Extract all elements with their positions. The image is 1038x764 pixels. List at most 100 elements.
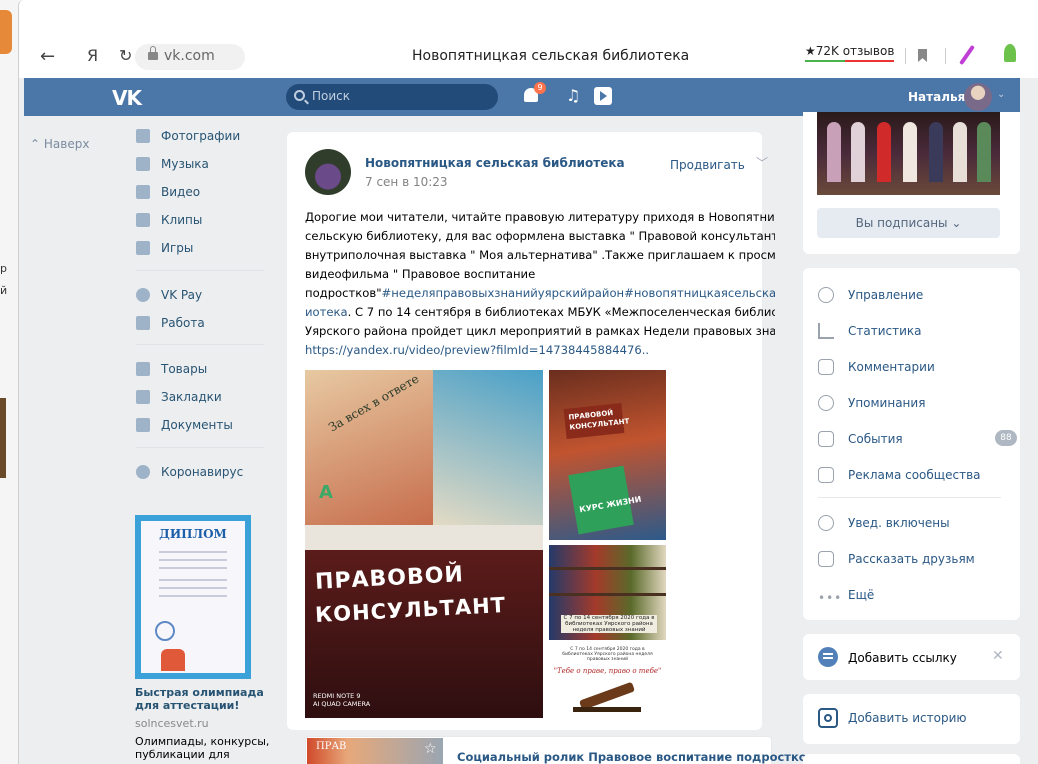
shelf (549, 593, 666, 596)
music-note-icon[interactable]: ♫ (566, 86, 580, 105)
menu-item-share[interactable]: Рассказать друзьям (818, 549, 1008, 571)
gavel-icon (578, 681, 636, 711)
url-text[interactable]: vk.com (164, 48, 215, 64)
post-text-fragment: подростков" (305, 286, 382, 300)
subscribed-label: Вы подписаны ⌄ (855, 216, 962, 230)
video-url-link[interactable]: https://yandex.ru/video/preview?filmId=1… (305, 341, 775, 360)
post-photo-poster[interactable]: С 7 по 14 сентября 2020 года в библиотек… (549, 645, 666, 718)
avatar[interactable] (964, 83, 992, 111)
yandex-button[interactable]: Я (87, 46, 98, 65)
sidebar-item-label: Коронавирус (161, 465, 244, 479)
promo-domain[interactable]: solncesvet.ru (135, 717, 209, 730)
vkpay-icon (136, 288, 150, 302)
reviews-rating-bar (805, 60, 845, 62)
menu-divider (818, 497, 1001, 498)
exhibit-sign: ПРАВОВОЙ КОНСУЛЬТАНТ (563, 403, 630, 439)
menu-item-notifications[interactable]: Увед. включены (818, 513, 1008, 535)
diploma-line (159, 551, 227, 553)
hashtag-link[interactable]: иотека (305, 305, 348, 319)
sidebar-item-label: Фотографии (161, 129, 241, 143)
sidebar-item-label: Товары (161, 362, 208, 376)
diploma-line (159, 587, 227, 589)
post-text-line: Уярского района пройдет цикл мероприятий… (305, 324, 775, 338)
back-to-top-label: Наверх (43, 137, 90, 151)
link-icon (818, 647, 838, 667)
menu-item-more[interactable]: ••• Ещё (818, 585, 1008, 607)
music-icon (136, 157, 150, 171)
kid-illustration (161, 649, 185, 671)
more-dots-icon: ••• (818, 591, 843, 605)
games-icon (136, 241, 150, 255)
search-placeholder: Поиск (312, 89, 351, 103)
stamp-icon (155, 621, 175, 641)
add-link-button[interactable]: Добавить ссылку (848, 651, 957, 665)
photo-person (953, 122, 967, 182)
diploma-line (159, 559, 227, 561)
ads-icon (818, 467, 834, 483)
menu-item-comments[interactable]: Комментарии (818, 357, 1008, 379)
events-icon (818, 431, 834, 447)
reload-button[interactable]: ↻ (119, 46, 132, 65)
video-thumbnail-text: ПРАВ (316, 741, 347, 752)
lock-icon[interactable] (148, 46, 158, 60)
back-button[interactable]: ← (40, 46, 55, 67)
menu-item-label: Статистика (848, 324, 922, 338)
back-to-top-link[interactable]: ⌃ Наверх (30, 137, 89, 151)
post-author-avatar[interactable] (305, 149, 351, 195)
sidebar-item-label: Видео (161, 185, 201, 199)
post-text-line: подростков"#неделяправовыхзнанийуярскийр… (305, 284, 775, 303)
menu-item-label: Рассказать друзьям (848, 552, 975, 566)
menu-item-label: Реклама сообщества (848, 468, 981, 482)
photo-icon (136, 129, 150, 143)
stats-icon (818, 323, 834, 339)
video-title[interactable]: Социальный ролик Правовое воспитание под… (457, 750, 814, 764)
post-date[interactable]: 7 сен в 10:23 (365, 175, 448, 189)
menu-item-mentions[interactable]: Упоминания (818, 393, 1008, 415)
screenshot-frame: р й ← Я ↻ vk.com Новопятницкая сельская … (0, 0, 1038, 764)
user-name[interactable]: Наталья (908, 90, 965, 104)
star-icon[interactable]: ☆ (424, 741, 437, 757)
sidebar-item-label: Работа (161, 316, 205, 330)
menu-item-stats[interactable]: Статистика (818, 321, 1008, 343)
post-text-line: сельскую библиотеку, для вас оформлена в… (305, 229, 775, 243)
promo-title[interactable]: Быстрая олимпиада для аттестации! (135, 686, 275, 712)
promo-description: Олимпиады, конкурсы, публикации для (135, 735, 270, 761)
diploma-line (159, 595, 227, 597)
photo-person (929, 122, 943, 182)
bookmarks-icon (136, 390, 150, 404)
post-text-line: внутриполочная выставка " Моя альтернати… (305, 248, 775, 262)
menu-item-events[interactable]: События 88 (818, 429, 1017, 451)
menu-item-label: Комментарии (848, 360, 935, 374)
chevron-down-icon[interactable]: ﹀ (756, 154, 768, 171)
hashtag-link[interactable]: #неделяправовыхзнанийуярскийрайон#новопя… (382, 286, 775, 300)
clips-icon (136, 213, 150, 227)
menu-item-label: Увед. включены (848, 516, 950, 530)
extension-icon[interactable] (1004, 44, 1016, 62)
next-card (803, 754, 1020, 764)
menu-item-label: Ещё (848, 588, 875, 602)
photo-person (877, 122, 891, 182)
post-photo-exhibit[interactable]: ПРАВОВОЙ КОНСУЛЬТАНТ КУРС ЖИЗНИ (549, 370, 666, 540)
chevron-down-icon[interactable]: ⌄ (997, 89, 1005, 100)
edge-image-fragment (0, 398, 6, 478)
post-photo-shelves[interactable]: С 7 по 14 сентября 2020 года в библиотек… (549, 545, 666, 640)
add-story-button[interactable]: Добавить историю (848, 711, 966, 725)
sidebar-item-label: VK Pay (161, 288, 203, 302)
mention-icon (818, 395, 834, 411)
vk-logo[interactable]: VK (112, 86, 142, 110)
sidebar-divider (136, 270, 264, 271)
post-photo-main[interactable]: За всех в ответе А ПРАВОВОЙ КОНСУЛЬТАНТ … (305, 370, 543, 718)
menu-item-manage[interactable]: Управление (818, 285, 1008, 307)
promote-button[interactable]: Продвигать (670, 158, 745, 172)
menu-item-ads[interactable]: Реклама сообщества (818, 465, 1008, 487)
notify-on-icon (818, 515, 834, 531)
play-icon[interactable] (594, 87, 612, 105)
page-title: Новопятницкая сельская библиотека (412, 48, 690, 64)
community-photo[interactable] (817, 112, 1000, 195)
close-icon[interactable]: ✕ (992, 648, 1004, 664)
goods-icon (136, 362, 150, 376)
share-icon (818, 551, 834, 567)
post-author[interactable]: Новопятницкая сельская библиотека (365, 156, 625, 170)
photo-book-page (433, 370, 543, 530)
events-count-badge: 88 (995, 430, 1017, 446)
